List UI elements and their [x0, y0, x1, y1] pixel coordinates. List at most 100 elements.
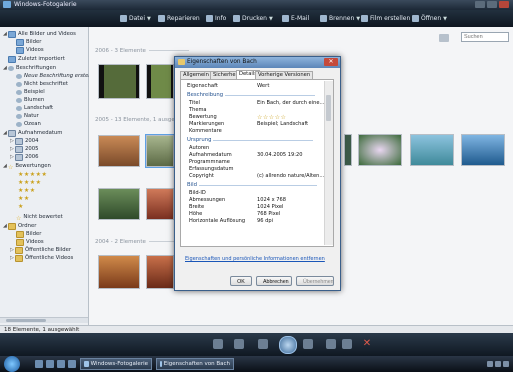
- print-button[interactable]: Drucken ▼: [233, 14, 273, 23]
- close-icon[interactable]: ✕: [324, 58, 338, 66]
- email-button[interactable]: E-Mail: [282, 14, 309, 23]
- sidebar-item-all-pictures[interactable]: ◢ Alle Bilder und Videos: [3, 30, 76, 38]
- sidebar-item-tag-example[interactable]: Beispiel: [16, 88, 45, 96]
- property-row[interactable]: Aufnahmedatum 30.04.2005 19:20: [189, 152, 325, 158]
- property-row[interactable]: Bewertung ☆☆☆☆☆: [189, 114, 325, 121]
- remove-properties-link[interactable]: Eigenschaften und persönliche Informatio…: [185, 256, 325, 262]
- sidebar-item-tags[interactable]: ◢ Beschriftungen: [3, 64, 56, 72]
- property-row[interactable]: Markierungen Beispiel; Landschaft: [189, 121, 325, 127]
- volume-icon[interactable]: [495, 361, 501, 367]
- sidebar-item-new-tag[interactable]: Neue Beschriftung erstelle: [16, 72, 95, 80]
- minimize-button[interactable]: [475, 1, 485, 8]
- open-button[interactable]: Öffnen ▼: [412, 14, 447, 23]
- sidebar-item-tag-flowers[interactable]: Blumen: [16, 96, 44, 104]
- property-row[interactable]: Bild-ID: [189, 190, 325, 196]
- show-desktop-icon[interactable]: [35, 360, 43, 368]
- property-row[interactable]: Horizontale Auflösung 96 dpi: [189, 218, 325, 224]
- search-input[interactable]: [461, 32, 509, 42]
- photo-thumbnail[interactable]: [146, 255, 174, 289]
- clock-icon[interactable]: [503, 361, 509, 367]
- property-row[interactable]: Thema: [189, 107, 325, 113]
- sidebar-item-not-tagged[interactable]: Nicht beschriftet: [16, 80, 68, 88]
- tab-previous-versions[interactable]: Vorherige Versionen: [255, 71, 314, 79]
- dialog-title-bar[interactable]: Eigenschaften von Bach ✕: [175, 57, 340, 68]
- previous-button[interactable]: [258, 339, 268, 349]
- info-button[interactable]: Info: [206, 14, 226, 23]
- tab-general[interactable]: Allgemein: [180, 71, 212, 79]
- next-button[interactable]: [303, 339, 313, 349]
- property-row[interactable]: Kommentare: [189, 128, 325, 134]
- scrollbar-thumb[interactable]: [6, 319, 46, 322]
- sidebar-item-videos[interactable]: Videos: [16, 46, 44, 54]
- actual-size-icon[interactable]: [234, 339, 244, 349]
- sidebar-item-recently-imported[interactable]: Zuletzt importiert: [8, 55, 65, 63]
- rating-filter-2[interactable]: ★★: [18, 195, 30, 202]
- photo-thumbnail[interactable]: [410, 134, 454, 166]
- video-thumbnail[interactable]: [146, 64, 174, 99]
- taskbar-item-photo-gallery[interactable]: Windows-Fotogalerie: [80, 358, 152, 370]
- sidebar-item-public-videos[interactable]: ▷ Öffentliche Videos: [10, 254, 73, 262]
- property-row[interactable]: Erfassungsdatum: [189, 166, 325, 172]
- ok-button[interactable]: OK: [230, 276, 252, 286]
- photo-thumbnail[interactable]: [461, 134, 505, 166]
- taskbar-item-properties[interactable]: Eigenschaften von Bach: [156, 358, 234, 370]
- property-row[interactable]: Breite 1024 Pixel: [189, 204, 325, 210]
- quicklaunch-icon[interactable]: [68, 360, 76, 368]
- sidebar-item-tag-landscape[interactable]: Landschaft: [16, 104, 53, 112]
- photo-thumbnail[interactable]: [98, 188, 140, 220]
- photo-thumbnail[interactable]: [98, 255, 140, 289]
- property-row[interactable]: Copyright (c) allrendo nature/Alten...: [189, 173, 325, 179]
- apply-button[interactable]: Übernehmen: [296, 276, 334, 286]
- sidebar-item-public-pictures[interactable]: ▷ Öffentliche Bilder: [10, 246, 71, 254]
- sidebar-item-year-2006[interactable]: ▷ 2006: [10, 153, 38, 161]
- sidebar-item-year-2005[interactable]: ▷ 2005: [10, 145, 38, 153]
- close-window-button[interactable]: [499, 1, 509, 8]
- group-header[interactable]: 2006 - 3 Elemente: [95, 47, 189, 54]
- sidebar-item-folder-pictures[interactable]: Bilder: [16, 230, 41, 238]
- maximize-button[interactable]: [487, 1, 497, 8]
- property-row[interactable]: Abmessungen 1024 x 768: [189, 197, 325, 203]
- rotate-left-icon[interactable]: [326, 339, 336, 349]
- photo-thumbnail[interactable]: [146, 188, 174, 220]
- zoom-icon[interactable]: [213, 339, 223, 349]
- property-row[interactable]: Titel Ein Bach, der durch eine...: [189, 100, 325, 106]
- column-header-value[interactable]: Wert: [257, 83, 269, 89]
- property-row[interactable]: Programmname: [189, 159, 325, 165]
- sidebar-item-tag-nature[interactable]: Natur: [16, 112, 39, 120]
- sidebar-item-not-rated[interactable]: ☆ Nicht bewertet: [16, 213, 63, 222]
- rotate-right-icon[interactable]: [342, 339, 352, 349]
- sidebar-horizontal-scrollbar[interactable]: [0, 317, 88, 323]
- rating-filter-3[interactable]: ★★★: [18, 187, 36, 194]
- sidebar-item-date-taken[interactable]: ◢ Aufnahmedatum: [3, 129, 62, 137]
- quicklaunch-icon[interactable]: [46, 360, 54, 368]
- sidebar-item-tag-ocean[interactable]: Ozean: [16, 120, 41, 128]
- delete-icon[interactable]: ✕: [362, 339, 372, 349]
- cancel-button[interactable]: Abbrechen: [256, 276, 292, 286]
- sidebar-item-pictures[interactable]: Bilder: [16, 38, 41, 46]
- network-icon[interactable]: [487, 361, 493, 367]
- sidebar-item-folder-videos[interactable]: Videos: [16, 238, 44, 246]
- make-movie-button[interactable]: Film erstellen: [361, 14, 410, 23]
- burn-button[interactable]: Brennen ▼: [320, 14, 360, 23]
- view-options-icon[interactable]: [439, 34, 449, 42]
- start-button[interactable]: [4, 356, 20, 372]
- scrollbar-thumb[interactable]: [326, 95, 331, 121]
- quicklaunch-icon[interactable]: [57, 360, 65, 368]
- photo-thumbnail-selected[interactable]: [145, 134, 175, 168]
- sidebar-item-ratings[interactable]: ◢ ☆ Bewertungen: [3, 162, 51, 171]
- repair-button[interactable]: Reparieren: [158, 14, 200, 23]
- photo-thumbnail[interactable]: [358, 134, 402, 166]
- sidebar-item-folders[interactable]: ◢ Ordner: [3, 222, 36, 230]
- property-list-scrollbar[interactable]: [324, 81, 333, 245]
- photo-thumbnail[interactable]: [98, 135, 140, 167]
- sidebar-item-year-2004[interactable]: ▷ 2004: [10, 137, 38, 145]
- slideshow-button[interactable]: [279, 336, 297, 354]
- property-row[interactable]: Autoren: [189, 145, 325, 151]
- rating-filter-5[interactable]: ★★★★★: [18, 171, 47, 178]
- column-header-property[interactable]: Eigenschaft: [187, 83, 218, 89]
- photo-thumbnail[interactable]: [344, 134, 352, 166]
- rating-filter-4[interactable]: ★★★★: [18, 179, 42, 186]
- property-row[interactable]: Höhe 768 Pixel: [189, 211, 325, 217]
- file-menu-button[interactable]: Datei ▼: [120, 14, 151, 23]
- rating-filter-1[interactable]: ★: [18, 203, 24, 210]
